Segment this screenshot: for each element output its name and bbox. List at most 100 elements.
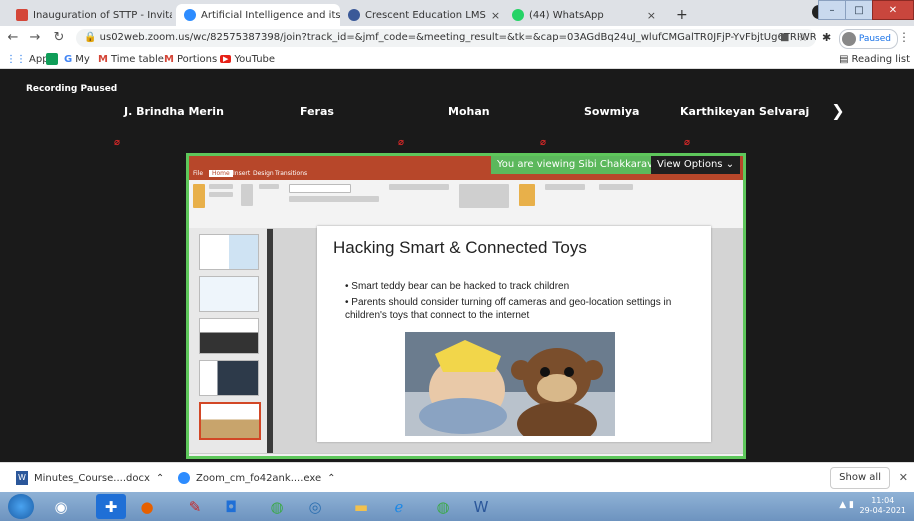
taskbar: ◉ ✚ ● ✎ ◘ ◍ ◎ ▬ ℯ ◍ W ▲ ▮ 11:04 29-04-20… xyxy=(0,492,914,521)
ribbon-control xyxy=(209,184,233,189)
new-slide-icon xyxy=(241,184,253,206)
chevron-up-icon[interactable]: ⌃ xyxy=(156,473,164,484)
camera-icon[interactable]: ■ xyxy=(780,32,789,43)
tab-strip: Inauguration of STTP - Invitation × Arti… xyxy=(0,0,914,26)
ribbon-tab: Design xyxy=(253,170,274,177)
bookmark-label: Portions xyxy=(176,53,218,65)
ribbon-control xyxy=(389,184,449,190)
recording-status: Recording Paused xyxy=(26,84,118,94)
tab-title: Crescent Education LMS xyxy=(365,9,486,21)
slide-thumbnail-selected[interactable] xyxy=(199,402,261,440)
new-tab-button[interactable]: + xyxy=(668,4,692,26)
bookmark-portions[interactable]: M Portions xyxy=(164,51,217,67)
muted-mic-icon: ⌀ xyxy=(684,137,691,148)
download-item[interactable]: W Minutes_Course....docx ⌃ xyxy=(16,469,164,487)
zoom-icon xyxy=(178,472,190,484)
close-icon[interactable]: × xyxy=(647,9,656,22)
ribbon-control xyxy=(289,196,379,202)
close-window-button[interactable]: ✕ xyxy=(872,0,914,20)
participant-name: J. Brindha Merin xyxy=(124,105,224,118)
slide-bullet: • Parents should consider turning off ca… xyxy=(345,297,672,321)
clock-time: 11:04 xyxy=(871,496,895,505)
chrome-icon[interactable]: ◍ xyxy=(262,494,292,519)
bookmark-my[interactable]: G My xyxy=(64,51,90,67)
start-button[interactable] xyxy=(8,494,34,519)
slide-thumbnail[interactable] xyxy=(199,318,259,354)
tray-icons[interactable]: ▲ ▮ xyxy=(839,500,854,510)
window-controls: – □ ✕ xyxy=(818,0,914,20)
star-icon[interactable]: ☆ xyxy=(798,31,808,44)
back-icon[interactable]: ← xyxy=(4,29,22,47)
view-options-label: View Options xyxy=(657,159,723,170)
clock-date: 29-04-2021 xyxy=(859,506,907,515)
reading-list-button[interactable]: ▤ Reading list xyxy=(839,51,910,67)
app-icon[interactable]: ◘ xyxy=(216,494,246,519)
bookmark-label: YouTube xyxy=(234,53,276,65)
slide-thumbnail[interactable] xyxy=(199,276,259,312)
slide-title: Hacking Smart & Connected Toys xyxy=(333,238,587,257)
tab-inauguration[interactable]: Inauguration of STTP - Invitation × xyxy=(8,4,172,26)
lock-icon: 🔒 xyxy=(84,32,100,43)
gallery-next-button[interactable]: ❯ xyxy=(826,99,850,123)
firefox-icon[interactable]: ● xyxy=(132,494,162,519)
bookmark-youtube[interactable]: ▶ YouTube xyxy=(220,51,275,67)
shared-screen: File Home Insert Design Transitions Hack… xyxy=(186,153,746,459)
reading-list-label: Reading list xyxy=(851,53,910,65)
tab-title: Inauguration of STTP - Invitation xyxy=(33,9,172,21)
download-name: Zoom_cm_fo42ank....exe xyxy=(196,472,322,484)
camera-app-icon[interactable]: ◉ xyxy=(46,494,76,519)
muted-mic-icon: ⌀ xyxy=(540,137,547,148)
ribbon-tab: Transitions xyxy=(275,170,308,177)
bookmark-sheets[interactable] xyxy=(46,51,58,67)
plus-app-icon[interactable]: ✚ xyxy=(96,494,126,519)
extensions-icon[interactable]: ✱ xyxy=(822,31,831,44)
sheets-icon xyxy=(46,53,58,65)
download-item[interactable]: Zoom_cm_fo42ank....exe ⌃ xyxy=(178,469,336,487)
google-icon: G xyxy=(64,53,73,65)
profile-paused-button[interactable]: Paused xyxy=(838,29,898,49)
drawing-shapes xyxy=(459,184,509,208)
show-all-button[interactable]: Show all xyxy=(830,467,890,489)
font-box xyxy=(289,184,351,193)
view-options-button[interactable]: View Options ⌄ xyxy=(651,156,741,174)
toy-photo xyxy=(405,332,615,436)
tab-artificial-intelligence[interactable]: Artificial Intelligence and its I ● × xyxy=(176,4,340,26)
reading-list-icon: ▤ xyxy=(839,53,849,65)
dell-icon[interactable]: ◎ xyxy=(300,494,330,519)
maximize-button[interactable]: □ xyxy=(845,0,873,20)
close-icon[interactable]: ✕ xyxy=(899,471,908,484)
slide-thumbnail[interactable] xyxy=(199,234,259,270)
minimize-button[interactable]: – xyxy=(818,0,846,20)
taskbar-clock[interactable]: 11:04 29-04-2021 xyxy=(860,496,907,516)
lms-icon xyxy=(348,9,360,21)
youtube-icon: ▶ xyxy=(220,55,232,63)
tab-whatsapp[interactable]: (44) WhatsApp × xyxy=(504,4,664,26)
arrange-icon xyxy=(519,184,535,206)
chrome-icon[interactable]: ◍ xyxy=(428,494,458,519)
forward-icon[interactable]: → xyxy=(26,29,44,47)
slide-thumbnails xyxy=(189,228,267,456)
chevron-up-icon[interactable]: ⌃ xyxy=(327,473,335,484)
close-icon[interactable]: × xyxy=(491,9,500,22)
menu-icon[interactable]: ⋮ xyxy=(898,30,910,44)
muted-mic-icon: ⌀ xyxy=(114,137,121,148)
participant-name: Feras xyxy=(300,105,334,118)
folder-icon[interactable]: ▬ xyxy=(346,494,376,519)
ppt-status-bar xyxy=(189,453,743,456)
url-text: us02web.zoom.us/wc/82575387398/join?trac… xyxy=(99,32,816,43)
zoom-icon xyxy=(184,9,196,21)
ribbon-control xyxy=(259,184,279,189)
participant-name: Sowmiya xyxy=(584,105,640,118)
current-slide: Hacking Smart & Connected Toys • Smart t… xyxy=(317,226,711,442)
word-icon[interactable]: W xyxy=(466,494,496,519)
tab-crescent-lms[interactable]: Crescent Education LMS × xyxy=(340,4,500,26)
slide-thumbnail[interactable] xyxy=(199,360,259,396)
whatsapp-icon xyxy=(512,9,524,21)
reload-icon[interactable]: ↻ xyxy=(50,29,68,47)
paint-icon[interactable]: ✎ xyxy=(180,494,210,519)
url-input[interactable]: 🔒 us02web.zoom.us/wc/82575387398/join?tr… xyxy=(76,29,816,47)
ie-icon[interactable]: ℯ xyxy=(384,494,414,519)
address-bar-row: ← → ↻ 🔒 us02web.zoom.us/wc/82575387398/j… xyxy=(0,26,914,50)
apps-grid-icon: ⋮⋮ xyxy=(6,53,26,65)
bookmark-timetable[interactable]: M Time table xyxy=(98,51,164,67)
